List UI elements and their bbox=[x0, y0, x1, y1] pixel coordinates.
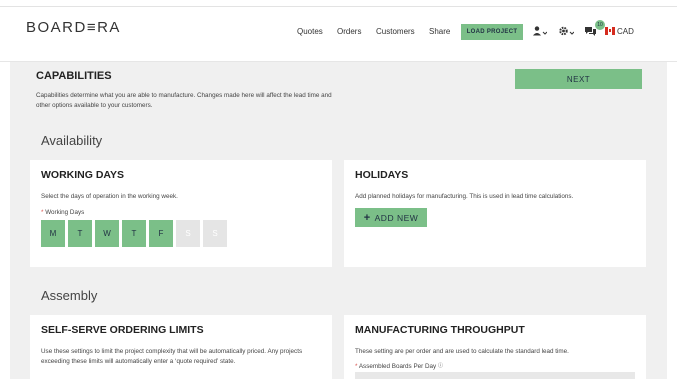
holidays-title: HOLIDAYS bbox=[355, 169, 409, 181]
working-days-label-text: Working Days bbox=[45, 209, 85, 216]
add-holiday-label: ADD NEW bbox=[374, 212, 419, 223]
notification-badge: 10 bbox=[595, 20, 605, 30]
working-days-label: * Working Days bbox=[41, 209, 85, 216]
day-toggle-saturday[interactable]: S bbox=[176, 220, 200, 247]
page-description: Capabilities determine what you are able… bbox=[36, 92, 332, 109]
logo[interactable]: BOARD≡RA bbox=[26, 19, 121, 36]
day-toggle-friday[interactable]: F bbox=[149, 220, 173, 247]
working-days-description: Select the days of operation in the work… bbox=[41, 193, 178, 200]
page-title: CAPABILITIES bbox=[36, 70, 112, 82]
chevron-down-icon bbox=[542, 31, 547, 35]
currency-label[interactable]: CAD bbox=[617, 27, 634, 36]
day-toggle-monday[interactable]: M bbox=[41, 220, 65, 247]
section-title-availability: Availability bbox=[41, 133, 103, 148]
day-toggle-sunday[interactable]: S bbox=[203, 220, 227, 247]
plus-icon: + bbox=[363, 211, 371, 224]
user-icon bbox=[533, 26, 547, 36]
info-icon: ⓘ bbox=[437, 363, 443, 369]
ordering-limits-title: SELF-SERVE ORDERING LIMITS bbox=[41, 324, 204, 336]
nav-quotes[interactable]: Quotes bbox=[297, 27, 323, 36]
ordering-limits-description: Use these settings to limit the project … bbox=[41, 348, 303, 365]
throughput-title: MANUFACTURING THROUGHPUT bbox=[355, 324, 525, 336]
nav-customers[interactable]: Customers bbox=[376, 27, 415, 36]
working-days-selector: M T W T F S S bbox=[41, 220, 227, 247]
assembled-boards-label: * Assembled Boards Per Day ⓘ bbox=[355, 363, 443, 370]
canada-flag-icon[interactable] bbox=[605, 27, 615, 35]
add-holiday-button[interactable]: + ADD NEW bbox=[355, 208, 427, 227]
divider bbox=[0, 6, 677, 7]
throughput-description: These setting are per order and are used… bbox=[355, 348, 569, 355]
section-title-assembly: Assembly bbox=[41, 288, 98, 303]
chat-icon bbox=[585, 27, 596, 36]
day-toggle-wednesday[interactable]: W bbox=[95, 220, 119, 247]
nav-share[interactable]: Share bbox=[429, 27, 450, 36]
day-toggle-thursday[interactable]: T bbox=[122, 220, 146, 247]
nav-orders[interactable]: Orders bbox=[337, 27, 361, 36]
holidays-description: Add planned holidays for manufacturing. … bbox=[355, 193, 574, 200]
settings-menu[interactable] bbox=[559, 25, 574, 37]
assembled-boards-input[interactable] bbox=[355, 372, 635, 379]
load-project-button[interactable]: LOAD PROJECT bbox=[461, 24, 523, 40]
gear-icon bbox=[559, 26, 574, 36]
assembled-boards-label-text: Assembled Boards Per Day bbox=[358, 363, 437, 370]
user-menu[interactable] bbox=[533, 25, 547, 37]
top-header: BOARD≡RA Quotes Orders Customers Share L… bbox=[0, 0, 677, 62]
chevron-down-icon bbox=[569, 31, 574, 35]
day-toggle-tuesday[interactable]: T bbox=[68, 220, 92, 247]
working-days-title: WORKING DAYS bbox=[41, 169, 125, 181]
next-button[interactable]: NEXT bbox=[515, 69, 642, 89]
